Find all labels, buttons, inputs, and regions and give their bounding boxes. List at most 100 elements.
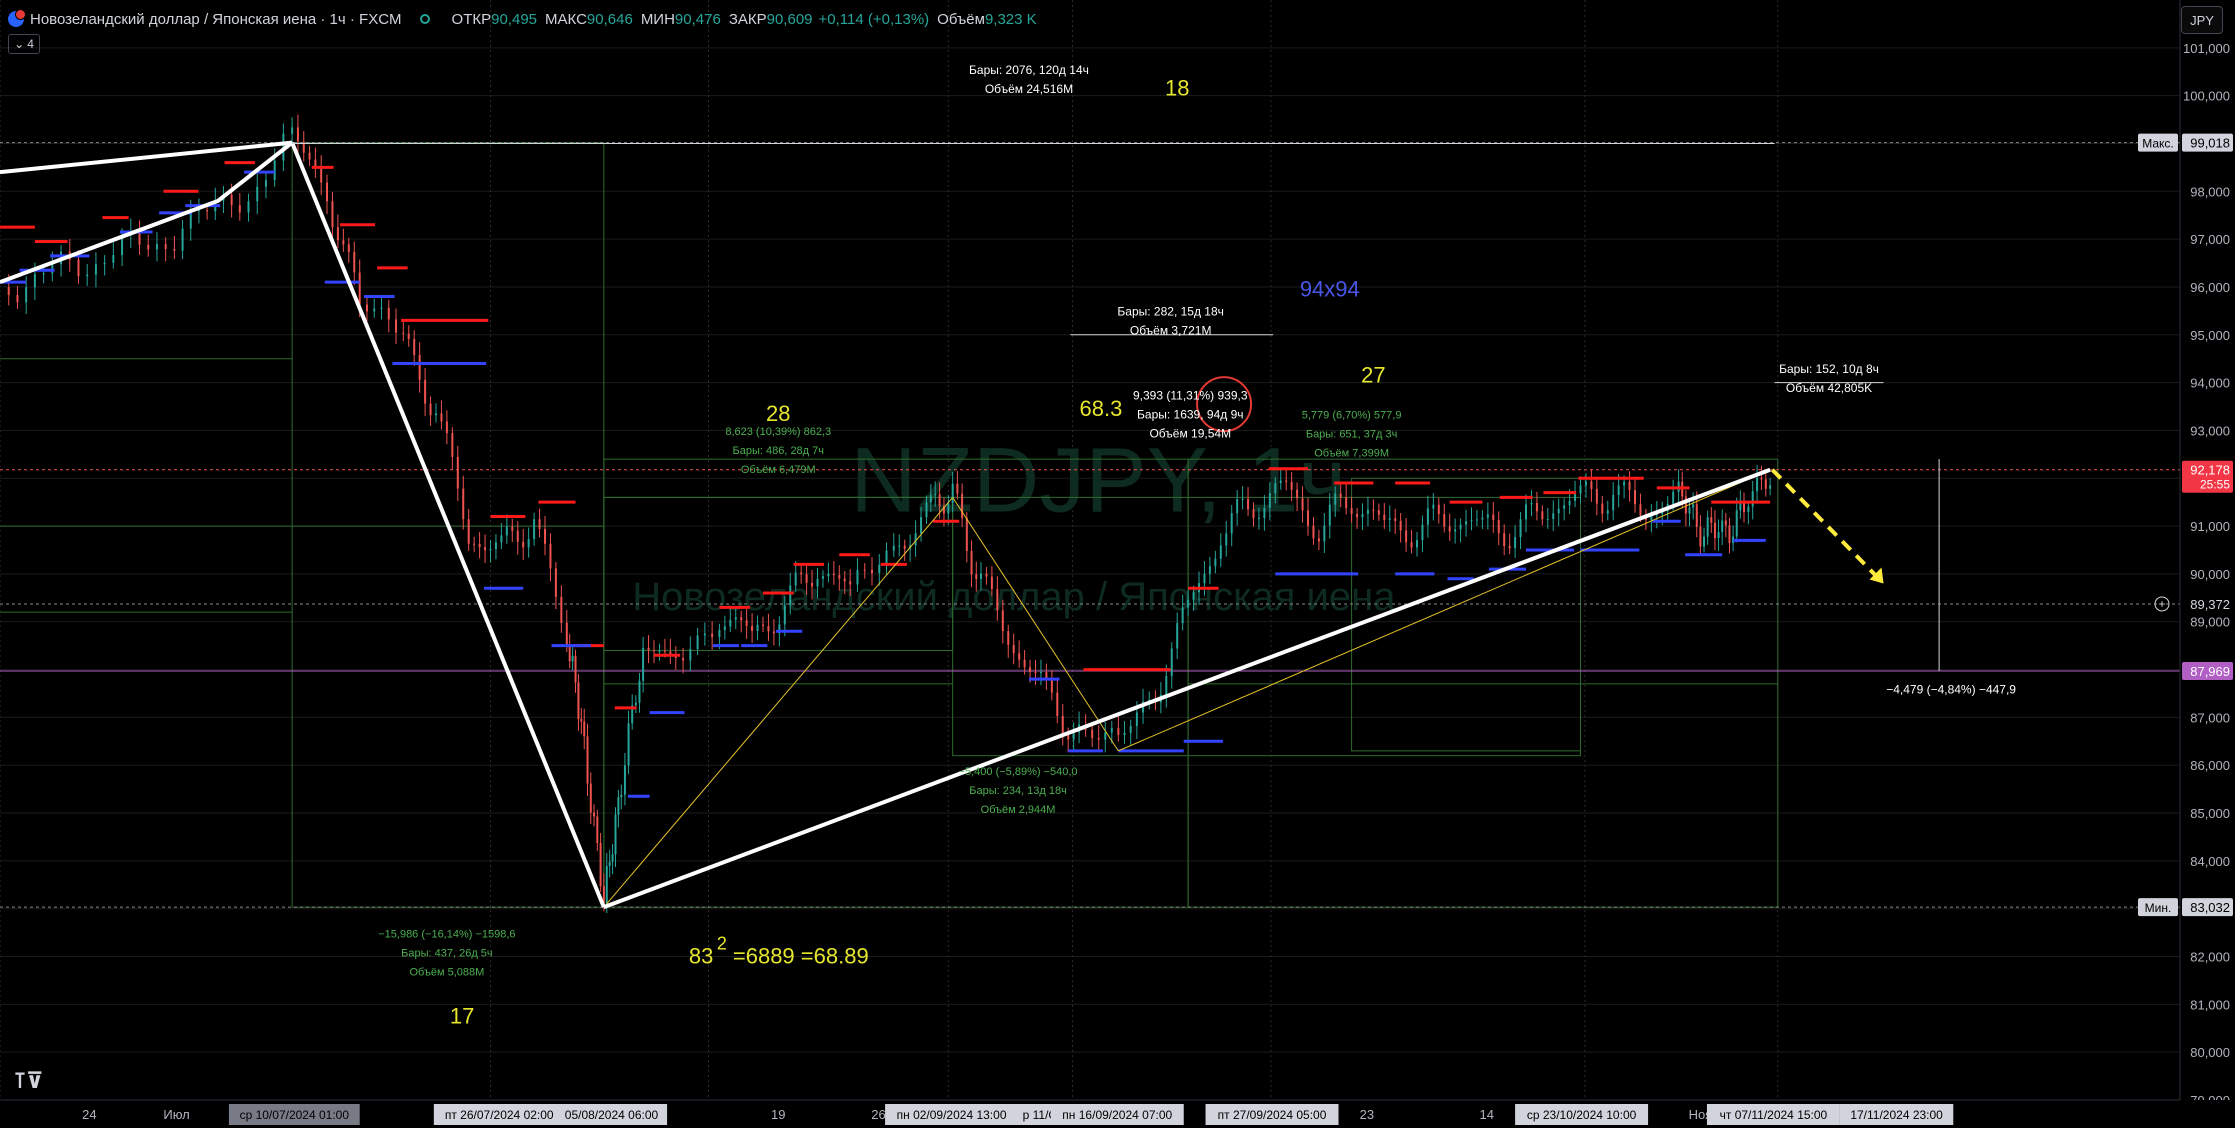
- candle-body: [1557, 508, 1560, 514]
- candle-body: [33, 274, 36, 288]
- symbol-title[interactable]: Новозеландский доллар / Японская иена · …: [30, 11, 402, 28]
- y-tick-label: 80,000: [2190, 1045, 2230, 1060]
- candle-body: [617, 797, 620, 815]
- candle-body: [1584, 481, 1587, 486]
- candle-body: [762, 624, 764, 627]
- change-value: +0,114 (+0,13%): [818, 10, 930, 28]
- candle-body: [1426, 508, 1429, 525]
- candle-body: [522, 541, 525, 548]
- candle-body: [800, 572, 803, 575]
- candle-body: [599, 843, 602, 887]
- y-tick-label: 84,000: [2190, 854, 2230, 869]
- candle-body: [1034, 672, 1037, 674]
- candle-body: [1317, 538, 1320, 542]
- low-value: 90,476: [674, 10, 721, 28]
- chart-background: [0, 0, 2235, 1128]
- formula-base: 83: [689, 944, 713, 969]
- candle-body: [1535, 503, 1538, 512]
- currency-button[interactable]: JPY: [2181, 6, 2223, 34]
- candle-body: [1454, 529, 1457, 532]
- candle-body: [767, 626, 770, 632]
- candle-body: [1764, 479, 1767, 489]
- candle-body: [1399, 521, 1402, 531]
- candle-body: [1486, 514, 1489, 518]
- candle-body: [1296, 489, 1299, 499]
- candle-body: [440, 413, 443, 422]
- x-tick-label: 14: [1480, 1107, 1494, 1122]
- candle-body: [1023, 659, 1026, 668]
- candle-body: [863, 569, 866, 571]
- candle-body: [1590, 481, 1593, 490]
- candle-body: [407, 333, 410, 339]
- chart-canvas[interactable]: 79,00080,00081,00082,00083,00084,00085,0…: [0, 0, 2235, 1128]
- candle-body: [1274, 483, 1277, 494]
- candle-body: [589, 783, 592, 813]
- candle-body: [878, 564, 881, 574]
- candle-body: [1695, 504, 1698, 527]
- candle-body: [173, 248, 176, 251]
- measure-label: Объём 7,399M: [1314, 447, 1389, 459]
- candle-body: [296, 127, 299, 142]
- candle-body: [206, 210, 209, 212]
- candle-body: [1187, 599, 1190, 608]
- candle-body: [1497, 519, 1500, 534]
- candle-body: [620, 794, 623, 798]
- candle-body: [484, 547, 487, 551]
- x-tick-label: 19: [771, 1107, 785, 1122]
- candle-body: [1394, 518, 1397, 522]
- candle-body: [1612, 494, 1615, 511]
- candle-body: [642, 647, 645, 681]
- price-badge-value: 92,178: [2190, 463, 2230, 478]
- candle-body: [1595, 489, 1598, 504]
- candle-body: [658, 650, 661, 652]
- candle-body: [16, 294, 19, 303]
- candle-body: [112, 255, 115, 263]
- high-label: МАКС: [545, 10, 587, 28]
- candle-body: [740, 617, 743, 621]
- candle-body: [1091, 729, 1094, 738]
- measure-label: Бары: 282, 15д 18ч: [1117, 305, 1224, 319]
- candle-body: [544, 528, 546, 544]
- low-label: МИН: [640, 10, 675, 28]
- candle-body: [467, 519, 470, 544]
- candle-body: [342, 240, 345, 245]
- candle-body: [1061, 715, 1064, 735]
- time-highlight-label: 17/11/2024 23:00: [1850, 1108, 1943, 1122]
- candle-body: [925, 502, 928, 518]
- candle-body: [577, 682, 580, 719]
- candle-body: [1739, 502, 1742, 511]
- measure-label: Бары: 2076, 120д 14ч: [969, 63, 1089, 77]
- candle-body: [734, 617, 737, 620]
- candle-body: [1056, 692, 1059, 716]
- watermark-symbol: NZDJPY, 1ч: [850, 430, 1346, 532]
- candle-body: [1247, 498, 1250, 510]
- measure-label: Объём 3,721M: [1130, 324, 1212, 338]
- candle-body: [614, 814, 617, 855]
- time-highlight-label: пт 27/09/2024 05:00: [1218, 1108, 1327, 1122]
- candle-body: [1225, 533, 1228, 546]
- candle-body: [711, 633, 714, 638]
- indicators-toggle-button[interactable]: ⌄ 4: [8, 34, 40, 54]
- tradingview-logo-icon[interactable]: ⊺⊽: [14, 1068, 44, 1094]
- candle-body: [1263, 507, 1266, 518]
- formula-exponent: 2: [717, 934, 727, 954]
- measure-label: Бары: 437, 26д 5ч: [401, 947, 493, 959]
- candle-body: [1634, 490, 1636, 505]
- candle-body: [611, 854, 614, 862]
- candle-body: [1290, 481, 1293, 490]
- y-tick-label: 89,000: [2190, 615, 2230, 630]
- time-highlight-label: пт 26/07/2024 02:00: [445, 1108, 554, 1122]
- chevron-down-icon: ⌄: [14, 37, 25, 51]
- candle-body: [1459, 524, 1462, 530]
- candle-body: [86, 274, 89, 277]
- candle-body: [380, 307, 383, 309]
- candle-body: [387, 307, 390, 320]
- market-status-icon[interactable]: [419, 14, 430, 24]
- candle-body: [934, 494, 937, 496]
- y-tick-label: 91,000: [2190, 519, 2230, 534]
- annotation-text: 17: [450, 1003, 474, 1028]
- candle-body: [745, 620, 748, 626]
- price-badge-value: 83,032: [2190, 900, 2230, 915]
- candle-body: [1743, 502, 1745, 513]
- candle-body: [1623, 481, 1626, 486]
